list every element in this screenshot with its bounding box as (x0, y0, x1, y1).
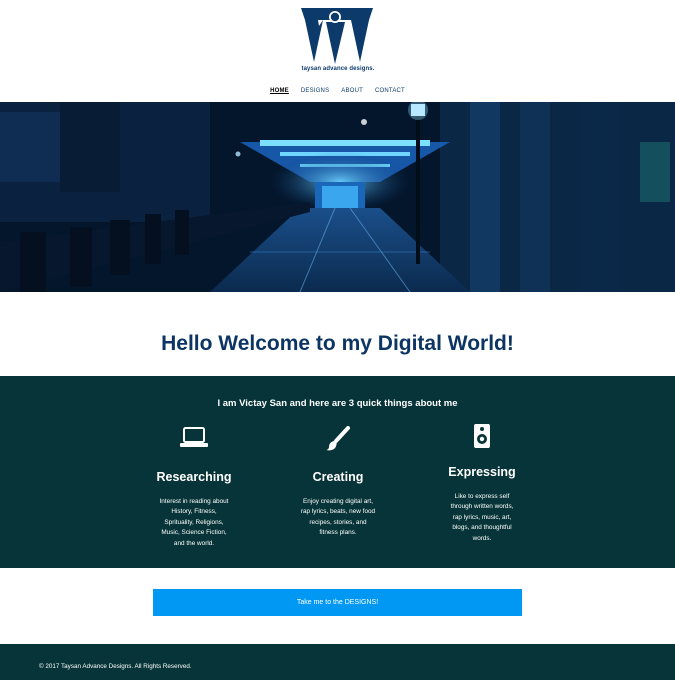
laptop-icon (179, 426, 209, 452)
main-nav: HOME DESIGNS ABOUT CONTACT (0, 88, 675, 94)
about-section: I am Victay San and here are 3 quick thi… (0, 376, 675, 568)
cta-section: Take me to the DESIGNS! (0, 568, 675, 644)
nav-home[interactable]: HOME (270, 88, 289, 94)
speaker-icon (472, 423, 492, 449)
feature-creating: Creating Enjoy creating digital art, rap… (273, 426, 403, 539)
paintbrush-icon (323, 426, 353, 452)
logo-wordmark: taysan advance designs. (301, 66, 375, 72)
nav-about[interactable]: ABOUT (341, 88, 363, 94)
about-intro-text: I am Victay San and here are 3 quick thi… (217, 398, 458, 409)
designs-cta-button[interactable]: Take me to the DESIGNS! (153, 589, 522, 616)
copyright-text: © 2017 Taysan Advance Designs. All Right… (39, 663, 192, 670)
feature-researching: Researching Interest in reading about Hi… (129, 426, 259, 549)
taysan-logo-icon (301, 8, 373, 64)
site-footer: © 2017 Taysan Advance Designs. All Right… (0, 644, 675, 680)
site-header: taysan advance designs. HOME DESIGNS ABO… (0, 0, 675, 102)
nav-designs[interactable]: DESIGNS (301, 88, 329, 94)
feature-description: Like to express self through written wor… (450, 493, 514, 542)
feature-description: Interest in reading about History, Fitne… (159, 498, 229, 547)
feature-description: Enjoy creating digital art, rap lyrics, … (300, 498, 376, 537)
hero-image (0, 102, 675, 292)
feature-title: Creating (312, 470, 364, 484)
feature-title: Expressing (448, 465, 516, 479)
feature-expressing: Expressing Like to express self through … (417, 423, 547, 544)
nav-contact[interactable]: CONTACT (375, 88, 405, 94)
feature-title: Researching (156, 470, 232, 484)
welcome-heading: Hello Welcome to my Digital World! (161, 332, 514, 355)
